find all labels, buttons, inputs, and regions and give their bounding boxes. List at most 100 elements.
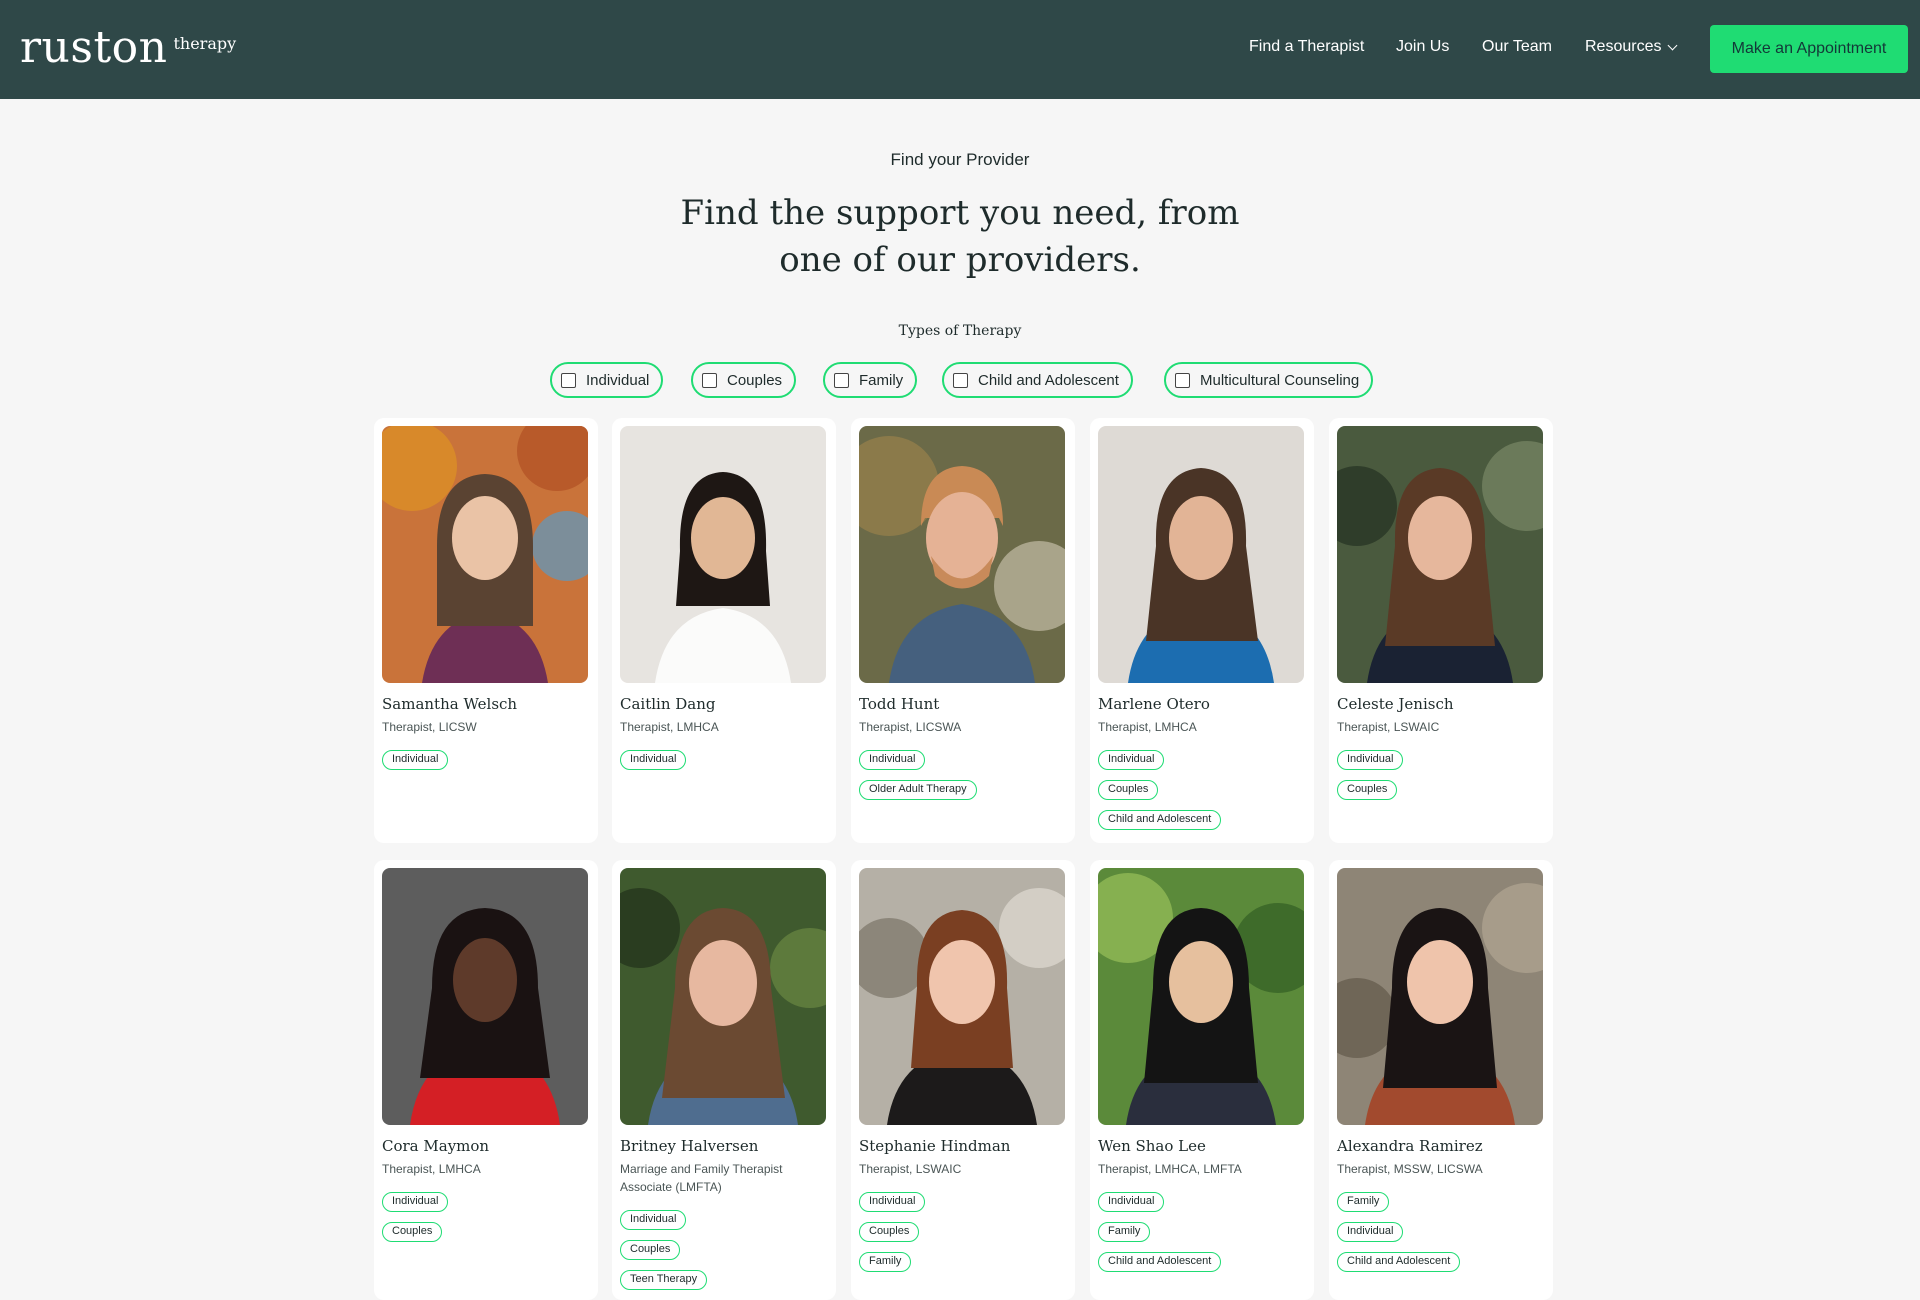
therapy-tag: Couples [382, 1222, 443, 1242]
provider-card[interactable]: Britney Halversen Marriage and Family Th… [612, 860, 836, 1300]
filter-label: Couples [727, 371, 783, 389]
provider-credentials: Therapist, LMHCA, LMFTA [1098, 1162, 1242, 1176]
provider-name: Wen Shao Lee [1098, 1137, 1206, 1155]
filter-group-label: Types of Therapy [898, 323, 1022, 339]
therapy-tag: Individual [859, 750, 926, 770]
filter-label: Child and Adolescent [978, 371, 1119, 389]
brand-logo[interactable]: ruston therapy [20, 20, 236, 76]
filter-multicultural[interactable]: Multicultural Counseling [1164, 362, 1374, 398]
tag-list: Individual Couples [1337, 750, 1404, 800]
provider-name: Stephanie Hindman [859, 1137, 1011, 1155]
therapy-tag: Older Adult Therapy [859, 780, 977, 800]
provider-card[interactable]: Marlene Otero Therapist, LMHCA Individua… [1090, 418, 1314, 843]
therapy-tag: Family [1337, 1192, 1390, 1212]
therapy-tag: Child and Adolescent [1098, 1252, 1222, 1272]
make-appointment-button[interactable]: Make an Appointment [1710, 25, 1908, 73]
provider-photo [1098, 426, 1304, 683]
provider-card[interactable]: Samantha Welsch Therapist, LICSW Individ… [374, 418, 598, 843]
therapy-tag: Family [859, 1252, 912, 1272]
provider-name: Britney Halversen [620, 1137, 759, 1155]
nav-resources[interactable]: Resources [1585, 38, 1678, 56]
page-headline: Find the support you need, from one of o… [660, 190, 1260, 284]
therapy-tag: Family [1098, 1222, 1151, 1242]
therapy-tag: Individual [1098, 750, 1165, 770]
provider-name: Marlene Otero [1098, 695, 1210, 713]
tag-list: Individual Older Adult Therapy [859, 750, 977, 800]
provider-credentials: Therapist, MSSW, LICSWA [1337, 1162, 1483, 1176]
tag-list: Individual Couples [382, 1192, 449, 1242]
provider-photo [620, 426, 826, 683]
provider-credentials: Therapist, LMHCA [1098, 720, 1197, 734]
headline-line-1: Find the support you need, from [680, 193, 1240, 233]
therapy-tag: Individual [1337, 750, 1404, 770]
checkbox-icon[interactable] [561, 372, 576, 388]
provider-photo [382, 868, 588, 1125]
therapy-tag: Individual [620, 1210, 687, 1230]
filter-couples[interactable]: Couples [691, 362, 797, 398]
therapy-tag: Individual [1337, 1222, 1404, 1242]
provider-name: Todd Hunt [859, 695, 940, 713]
top-navbar: ruston therapy Find a Therapist Join Us … [0, 0, 1920, 99]
filter-family[interactable]: Family [823, 362, 918, 398]
checkbox-icon[interactable] [953, 372, 968, 388]
provider-credentials: Therapist, LMHCA [382, 1162, 481, 1176]
tag-list: Individual Couples Child and Adolescent [1098, 750, 1222, 830]
tag-list: Family Individual Child and Adolescent [1337, 1192, 1461, 1272]
provider-credentials: Therapist, LICSW [382, 720, 477, 734]
provider-credentials: Therapist, LSWAIC [1337, 720, 1440, 734]
provider-photo [1098, 868, 1304, 1125]
checkbox-icon[interactable] [702, 372, 717, 388]
therapy-tag: Child and Adolescent [1337, 1252, 1461, 1272]
therapy-tag: Couples [1098, 780, 1159, 800]
therapy-tag: Teen Therapy [620, 1270, 708, 1290]
provider-card[interactable]: Stephanie Hindman Therapist, LSWAIC Indi… [851, 860, 1075, 1300]
filter-label: Family [859, 371, 904, 389]
provider-photo [859, 868, 1065, 1125]
provider-name: Samantha Welsch [382, 695, 518, 713]
provider-credentials: Therapist, LSWAIC [859, 1162, 962, 1176]
therapy-tag: Individual [382, 750, 449, 770]
nav-find-therapist[interactable]: Find a Therapist [1249, 38, 1364, 56]
provider-name: Alexandra Ramirez [1337, 1137, 1483, 1155]
provider-credentials: Therapist, LICSWA [859, 720, 962, 734]
provider-card[interactable]: Cora Maymon Therapist, LMHCA Individual … [374, 860, 598, 1300]
therapy-tag: Individual [1098, 1192, 1165, 1212]
therapy-tag: Child and Adolescent [1098, 810, 1222, 830]
eyebrow-text: Find your Provider [890, 150, 1030, 169]
therapy-tag: Couples [1337, 780, 1398, 800]
provider-card[interactable]: Wen Shao Lee Therapist, LMHCA, LMFTA Ind… [1090, 860, 1314, 1300]
provider-photo [382, 426, 588, 683]
tag-list: Individual Couples Teen Therapy [620, 1210, 708, 1290]
provider-photo [620, 868, 826, 1125]
nav-our-team[interactable]: Our Team [1482, 38, 1552, 56]
checkbox-icon[interactable] [834, 372, 849, 388]
provider-card[interactable]: Todd Hunt Therapist, LICSWA Individual O… [851, 418, 1075, 843]
tag-list: Individual Couples Family [859, 1192, 926, 1272]
filter-label: Individual [586, 371, 650, 389]
therapy-tag: Individual [859, 1192, 926, 1212]
filter-individual[interactable]: Individual [550, 362, 664, 398]
tag-list: Individual [620, 750, 687, 770]
provider-card[interactable]: Celeste Jenisch Therapist, LSWAIC Indivi… [1329, 418, 1553, 843]
filter-label: Multicultural Counseling [1200, 371, 1360, 389]
therapy-tag: Individual [620, 750, 687, 770]
tag-list: Individual Family Child and Adolescent [1098, 1192, 1222, 1272]
tag-list: Individual [382, 750, 449, 770]
therapy-tag: Couples [620, 1240, 681, 1260]
brand-name: ruston [20, 22, 168, 73]
provider-photo [1337, 426, 1543, 683]
nav-join-us[interactable]: Join Us [1396, 38, 1449, 56]
provider-card[interactable]: Caitlin Dang Therapist, LMHCA Individual [612, 418, 836, 843]
headline-line-2: one of our providers. [779, 240, 1141, 280]
provider-credentials: Marriage and Family Therapist Associate … [620, 1162, 783, 1194]
provider-photo [859, 426, 1065, 683]
therapy-tag: Individual [382, 1192, 449, 1212]
nav-resources-label: Resources [1585, 38, 1662, 55]
provider-card[interactable]: Alexandra Ramirez Therapist, MSSW, LICSW… [1329, 860, 1553, 1300]
provider-name: Celeste Jenisch [1337, 695, 1454, 713]
checkbox-icon[interactable] [1175, 372, 1190, 388]
filter-child-adolescent[interactable]: Child and Adolescent [942, 362, 1133, 398]
chevron-down-icon [1668, 40, 1678, 50]
therapy-tag: Couples [859, 1222, 920, 1242]
provider-photo [1337, 868, 1543, 1125]
